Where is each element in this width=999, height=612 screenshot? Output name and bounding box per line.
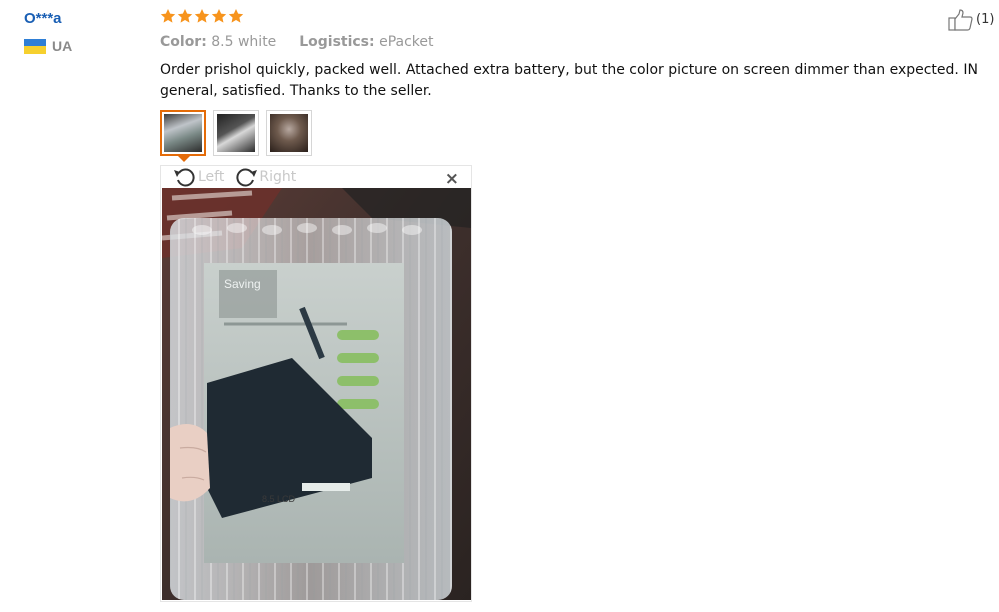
rotate-left-button[interactable]: Left <box>173 167 224 187</box>
color-value: 8.5 white <box>211 34 277 50</box>
country-code: UA <box>52 38 73 54</box>
star-icon <box>211 9 227 23</box>
logistics-value: ePacket <box>379 34 434 50</box>
box-model-text: 8.5 LCD <box>262 494 296 504</box>
star-icon <box>160 9 176 23</box>
selected-indicator-icon <box>178 156 190 162</box>
close-viewer-button[interactable]: × <box>445 169 459 189</box>
helpful-count: (1) <box>976 12 995 27</box>
star-rating <box>160 8 244 24</box>
logistics-label: Logistics: <box>299 34 375 50</box>
thumbnail-image <box>217 114 255 152</box>
thumbnail-photo-1[interactable] <box>160 110 206 156</box>
reviewer-info: O***a UA <box>24 10 72 54</box>
rotate-left-label: Left <box>198 169 225 185</box>
image-viewer: Left Right × Saving 8.5 LCD <box>160 165 472 602</box>
review-text: Order prishol quickly, packed well. Atta… <box>160 62 978 99</box>
thumbnail-photo-2[interactable] <box>213 110 259 156</box>
thumbnail-image <box>270 114 308 152</box>
helpful-button[interactable]: (1) <box>948 9 994 31</box>
thumbs-up-icon <box>948 9 973 31</box>
viewer-toolbar: Left Right × <box>161 166 471 189</box>
ukraine-flag-icon <box>24 38 46 54</box>
rotate-right-button[interactable]: Right <box>234 167 296 187</box>
reviewer-name[interactable]: O***a <box>24 10 62 27</box>
order-meta: Color: 8.5 white Logistics: ePacket <box>160 34 434 50</box>
box-title-text: Saving <box>224 277 261 291</box>
color-label: Color: <box>160 34 207 50</box>
star-icon <box>177 9 193 23</box>
thumbnail-image <box>164 114 202 152</box>
star-icon <box>194 9 210 23</box>
star-icon <box>228 9 244 23</box>
review-photo: Saving 8.5 LCD <box>162 188 471 600</box>
rotate-right-icon <box>236 168 258 187</box>
thumbnail-photo-3[interactable] <box>266 110 312 156</box>
reviewer-country: UA <box>24 38 72 54</box>
rotate-right-label: Right <box>259 169 297 185</box>
thumbnail-strip <box>160 110 312 156</box>
rotate-left-icon <box>174 168 195 187</box>
packaged-ebook-reader-photo: Saving 8.5 LCD <box>162 188 471 600</box>
